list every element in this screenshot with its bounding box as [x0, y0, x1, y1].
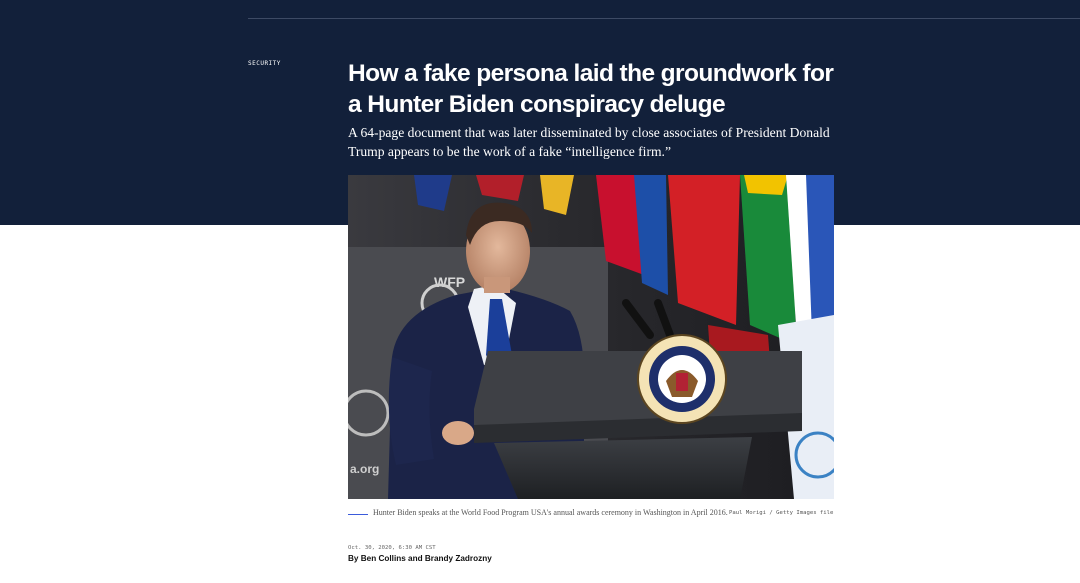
article-dek: A 64-page document that was later dissem…	[348, 125, 830, 159]
article-headline: How a fake persona laid the groundwork f…	[348, 60, 834, 118]
lead-photo-illustration: WFP a.org	[348, 175, 834, 499]
publish-date: Oct. 30, 2020, 6:30 AM CST	[348, 545, 436, 551]
photo-credit: Paul Morigi / Getty Images file	[729, 510, 834, 516]
section-label[interactable]: SECURITY	[248, 60, 281, 67]
header-divider	[248, 18, 1080, 19]
article-byline[interactable]: By Ben Collins and Brandy Zadrozny	[348, 554, 492, 563]
backdrop-url-text: a.org	[350, 462, 379, 476]
photo-caption: Hunter Biden speaks at the World Food Pr…	[373, 508, 728, 517]
lead-photo: WFP a.org	[348, 175, 834, 499]
caption-rule	[348, 514, 368, 515]
